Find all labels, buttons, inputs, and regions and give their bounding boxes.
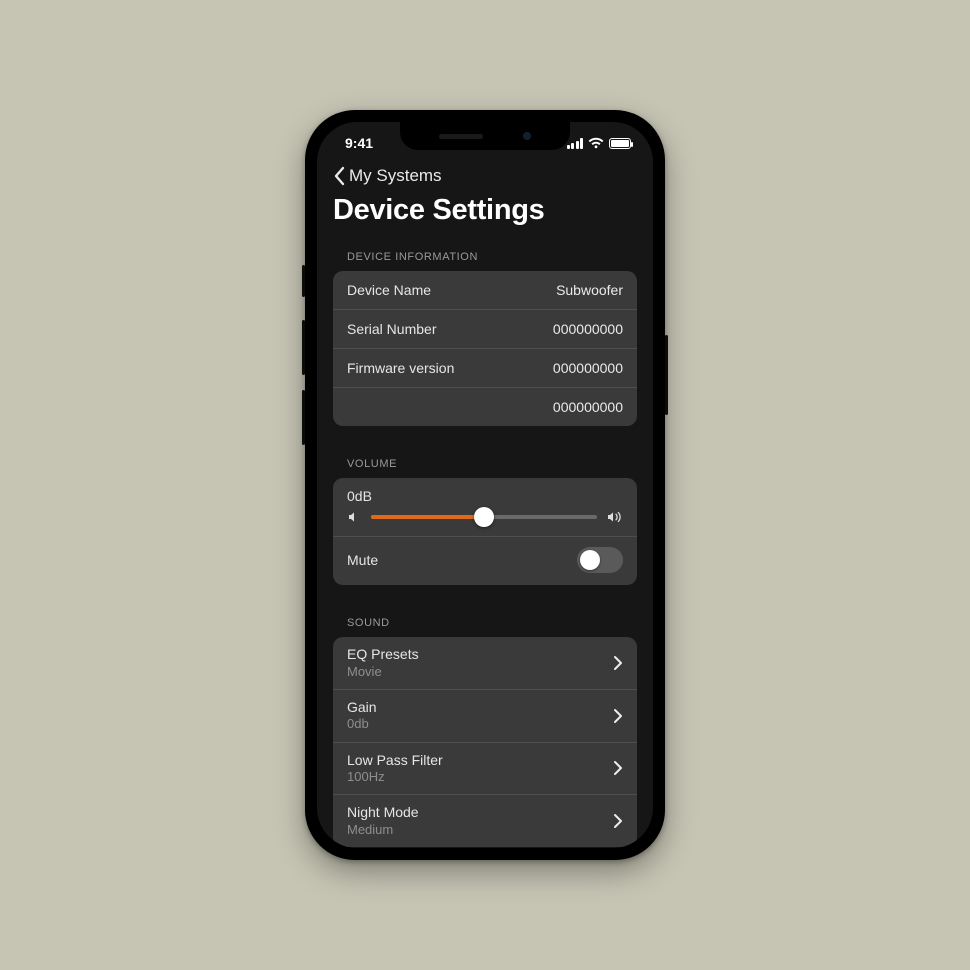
row-low-pass-filter[interactable]: Low Pass Filter 100Hz	[333, 743, 637, 796]
row-value: 000000000	[553, 399, 623, 415]
row-title: EQ Presets	[347, 646, 419, 664]
volume-down-button	[302, 390, 305, 445]
row-subtitle: Medium	[347, 822, 419, 838]
row-extra: 000000000	[333, 388, 637, 426]
page-title: Device Settings	[333, 194, 637, 241]
row-firmware-version: Firmware version 000000000	[333, 349, 637, 388]
power-button	[665, 335, 668, 415]
chevron-right-icon	[613, 708, 623, 724]
row-value: 000000000	[553, 360, 623, 376]
mute-label: Mute	[347, 552, 378, 568]
section-header-sound: SOUND	[333, 607, 637, 637]
row-title: Low Pass Filter	[347, 752, 443, 770]
row-subtitle: Movie	[347, 664, 419, 680]
row-label: Firmware version	[347, 360, 454, 376]
volume-slider-thumb[interactable]	[474, 507, 494, 527]
status-time: 9:41	[345, 135, 373, 151]
phone-frame: 9:41 My Systems Device Settings DEVI	[305, 110, 665, 860]
row-serial-number: Serial Number 000000000	[333, 310, 637, 349]
row-gain[interactable]: Gain 0db	[333, 690, 637, 743]
notch	[400, 122, 570, 150]
row-label: Device Name	[347, 282, 431, 298]
volume-slider-fill	[371, 515, 484, 519]
row-device-name[interactable]: Device Name Subwoofer	[333, 271, 637, 310]
cellular-signal-icon	[567, 138, 584, 149]
section-header-volume: VOLUME	[333, 448, 637, 478]
volume-value-label: 0dB	[347, 488, 623, 504]
wifi-icon	[588, 137, 604, 149]
row-subtitle: 100Hz	[347, 769, 443, 785]
chevron-right-icon	[613, 655, 623, 671]
screen: 9:41 My Systems Device Settings DEVI	[317, 122, 653, 848]
volume-up-button	[302, 320, 305, 375]
toggle-knob	[580, 550, 600, 570]
row-value: Subwoofer	[556, 282, 623, 298]
row-title: Gain	[347, 699, 377, 717]
volume-high-icon	[607, 510, 623, 524]
side-button	[302, 265, 305, 297]
chevron-left-icon	[333, 166, 347, 186]
volume-low-icon	[347, 510, 361, 524]
chevron-right-icon	[613, 760, 623, 776]
row-night-mode[interactable]: Night Mode Medium	[333, 795, 637, 847]
row-eq-presets[interactable]: EQ Presets Movie	[333, 637, 637, 690]
volume-card: 0dB Mute	[333, 478, 637, 585]
chevron-right-icon	[613, 813, 623, 829]
section-header-device-info: DEVICE INFORMATION	[333, 241, 637, 271]
row-subtitle: 0db	[347, 716, 377, 732]
back-label: My Systems	[349, 166, 442, 186]
back-button[interactable]: My Systems	[333, 164, 637, 194]
row-title: Night Mode	[347, 804, 419, 822]
device-info-card: Device Name Subwoofer Serial Number 0000…	[333, 271, 637, 426]
mute-toggle[interactable]	[577, 547, 623, 573]
sound-card: EQ Presets Movie Gain 0db Low Pass Filte…	[333, 637, 637, 847]
row-value: 000000000	[553, 321, 623, 337]
battery-icon	[609, 138, 631, 149]
volume-slider[interactable]	[371, 515, 597, 519]
row-label: Serial Number	[347, 321, 436, 337]
